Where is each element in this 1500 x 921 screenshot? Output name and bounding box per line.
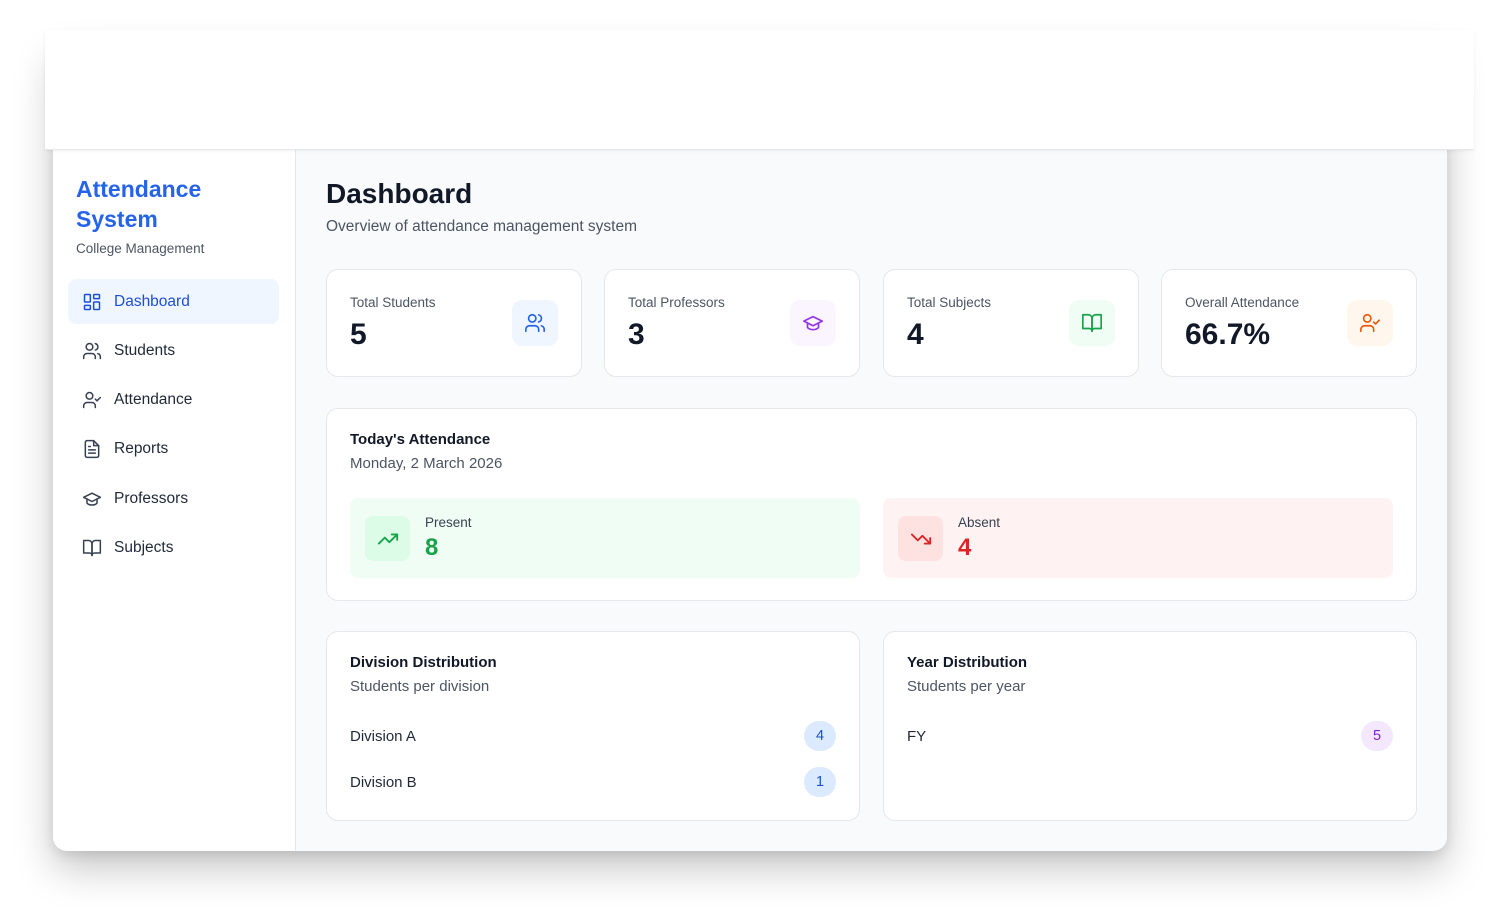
top-header-bar [45,30,1474,150]
present-value: 8 [425,534,439,561]
stat-card-attendance: Overall Attendance 66.7% [1161,269,1417,377]
sidebar-item-professors[interactable]: Professors [68,476,279,521]
section-subtitle: Students per division [350,678,490,695]
brand-title: Attendance System [76,176,202,232]
sidebar-item-dashboard[interactable]: Dashboard [68,279,279,324]
count-badge: 5 [1361,721,1393,751]
sidebar-item-attendance[interactable]: Attendance [68,378,279,423]
book-open-icon [82,538,102,558]
sidebar-item-students[interactable]: Students [68,328,279,373]
section-title: Year Distribution [907,654,1028,671]
absent-value: 4 [958,534,972,561]
count-badge: 1 [804,767,836,797]
stat-label: Total Professors [628,295,725,310]
sidebar-item-reports[interactable]: Reports [68,427,279,472]
stat-value: 4 [907,318,924,351]
present-label: Present [425,515,472,530]
todays-attendance-card: Today's Attendance Monday, 2 March 2026 … [326,408,1417,601]
users-icon [512,300,558,346]
grid-icon [82,292,102,312]
attendance-date: Monday, 2 March 2026 [350,455,503,472]
division-distribution-card: Division Distribution Students per divis… [326,631,860,821]
graduation-cap-icon [82,489,102,509]
trending-up-icon [365,516,410,561]
file-text-icon [82,439,102,459]
stat-label: Total Subjects [907,295,992,310]
book-open-icon [1069,300,1115,346]
stat-card-subjects: Total Subjects 4 [883,269,1139,377]
year-distribution-card: Year Distribution Students per year FY 5 [883,631,1417,821]
stat-value: 3 [628,318,645,351]
sidebar-item-label: Attendance [114,391,193,409]
user-check-icon [82,390,102,410]
year-label: FY [907,727,927,745]
sidebar-item-label: Students [114,341,176,359]
sidebar-item-subjects[interactable]: Subjects [68,525,279,570]
user-check-icon [1347,300,1393,346]
stat-label: Overall Attendance [1185,295,1300,310]
brand: Attendance System College Management [76,174,276,256]
absent-tile: Absent 4 [883,498,1393,578]
section-title: Division Distribution [350,654,497,671]
section-title: Today's Attendance [350,431,491,448]
sidebar-item-label: Reports [114,440,169,458]
sidebar-item-label: Dashboard [114,292,190,310]
stat-label: Total Students [350,295,436,310]
count-badge: 4 [804,721,836,751]
app-window: Attendance System College Management Das… [53,40,1447,851]
stat-value: 66.7% [1185,318,1271,351]
brand-subtitle: College Management [76,241,205,256]
sidebar: Attendance System College Management Das… [53,150,296,851]
list-item: Division A 4 [350,721,836,751]
page-title: Dashboard [326,178,473,209]
graduation-cap-icon [790,300,836,346]
stat-value: 5 [350,318,367,351]
sidebar-item-label: Subjects [114,538,174,556]
list-item: Division B 1 [350,767,836,797]
division-label: Division A [350,727,416,745]
users-icon [82,341,102,361]
stat-card-professors: Total Professors 3 [604,269,860,377]
present-tile: Present 8 [350,498,860,578]
trending-down-icon [898,516,943,561]
sidebar-item-label: Professors [114,489,189,507]
division-label: Division B [350,773,417,791]
stat-card-students: Total Students 5 [326,269,582,377]
absent-label: Absent [958,515,1001,530]
page-subtitle: Overview of attendance management system [326,218,638,235]
section-subtitle: Students per year [907,678,1026,695]
sidebar-nav: Dashboard Students Attendance Reports Pr… [68,279,279,575]
list-item: FY 5 [907,721,1393,751]
main-content: Dashboard Overview of attendance managem… [296,150,1447,851]
